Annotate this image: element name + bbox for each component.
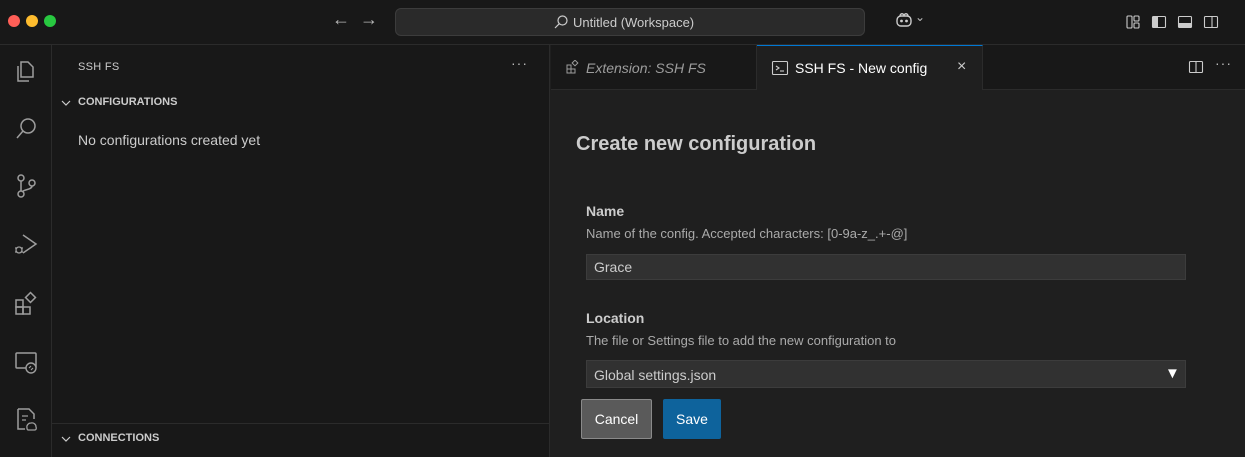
- toggle-primary-sidebar-icon[interactable]: [1151, 14, 1167, 30]
- name-field-description: Name of the config. Accepted characters:…: [586, 226, 908, 241]
- back-arrow-icon[interactable]: ←: [330, 9, 352, 30]
- copilot-icon[interactable]: [895, 12, 913, 28]
- configurations-section-header[interactable]: CONFIGURATIONS: [60, 92, 550, 114]
- search-icon[interactable]: [12, 115, 40, 143]
- customize-layout-icon[interactable]: [1125, 14, 1141, 30]
- webview-icon: [771, 60, 789, 76]
- chevron-down-icon: [61, 436, 71, 442]
- location-field-label: Location: [586, 310, 645, 326]
- sidebar: SSH FS ··· CONFIGURATIONS No configurati…: [52, 45, 550, 457]
- extensions-icon: [566, 60, 579, 74]
- sidebar-title: SSH FS: [78, 61, 120, 73]
- cancel-button[interactable]: Cancel: [581, 399, 652, 439]
- empty-configurations-message: No configurations created yet: [78, 132, 261, 148]
- chevron-down-icon[interactable]: ⌄: [915, 10, 925, 24]
- run-debug-icon[interactable]: [12, 230, 40, 258]
- minimize-window-button[interactable]: [26, 15, 38, 27]
- explorer-icon[interactable]: [12, 57, 40, 85]
- command-center-label: Untitled (Workspace): [573, 15, 695, 30]
- search-icon: [554, 15, 568, 29]
- configurations-section-label: CONFIGURATIONS: [78, 96, 178, 108]
- ssh-fs-icon[interactable]: [12, 405, 40, 433]
- extensions-icon[interactable]: [12, 290, 40, 318]
- tab-label: SSH FS - New config: [795, 60, 928, 76]
- tab-ssh-fs-new-config[interactable]: SSH FS - New config ×: [757, 45, 983, 90]
- section-divider: [52, 423, 550, 424]
- connections-section-header[interactable]: CONNECTIONS: [60, 428, 550, 450]
- editor-tab-bar: Extension: SSH FS SSH FS - New config × …: [551, 45, 1245, 90]
- name-input[interactable]: [586, 254, 1186, 280]
- source-control-icon[interactable]: [12, 172, 40, 200]
- maximize-window-button[interactable]: [44, 15, 56, 27]
- close-window-button[interactable]: [8, 15, 20, 27]
- editor-content: Create new configuration Name Name of th…: [551, 90, 1245, 457]
- save-button[interactable]: Save: [663, 399, 721, 439]
- chevron-down-icon: [61, 100, 71, 106]
- dropdown-arrow-icon: ▼: [1165, 365, 1180, 382]
- sidebar-more-actions-icon[interactable]: ···: [511, 55, 528, 71]
- command-center[interactable]: Untitled (Workspace): [395, 8, 865, 36]
- remote-explorer-icon[interactable]: [12, 348, 40, 376]
- activity-bar: [0, 45, 52, 457]
- forward-arrow-icon[interactable]: →: [358, 9, 380, 30]
- split-editor-icon[interactable]: [1188, 59, 1204, 75]
- location-select[interactable]: Global settings.json ▼: [586, 360, 1186, 388]
- connections-section-label: CONNECTIONS: [78, 432, 160, 444]
- tab-label: Extension: SSH FS: [586, 60, 706, 76]
- title-bar: ← → Untitled (Workspace) ⌄: [0, 0, 1245, 45]
- editor-more-actions-icon[interactable]: ···: [1215, 55, 1232, 71]
- toggle-panel-icon[interactable]: [1177, 14, 1193, 30]
- location-select-value: Global settings.json: [594, 367, 717, 383]
- page-title: Create new configuration: [576, 133, 817, 155]
- location-field-description: The file or Settings file to add the new…: [586, 333, 897, 348]
- toggle-secondary-sidebar-icon[interactable]: [1203, 14, 1219, 30]
- name-field-label: Name: [586, 203, 625, 219]
- tab-extension-ssh-fs[interactable]: Extension: SSH FS: [551, 45, 757, 90]
- close-icon[interactable]: ×: [957, 58, 966, 76]
